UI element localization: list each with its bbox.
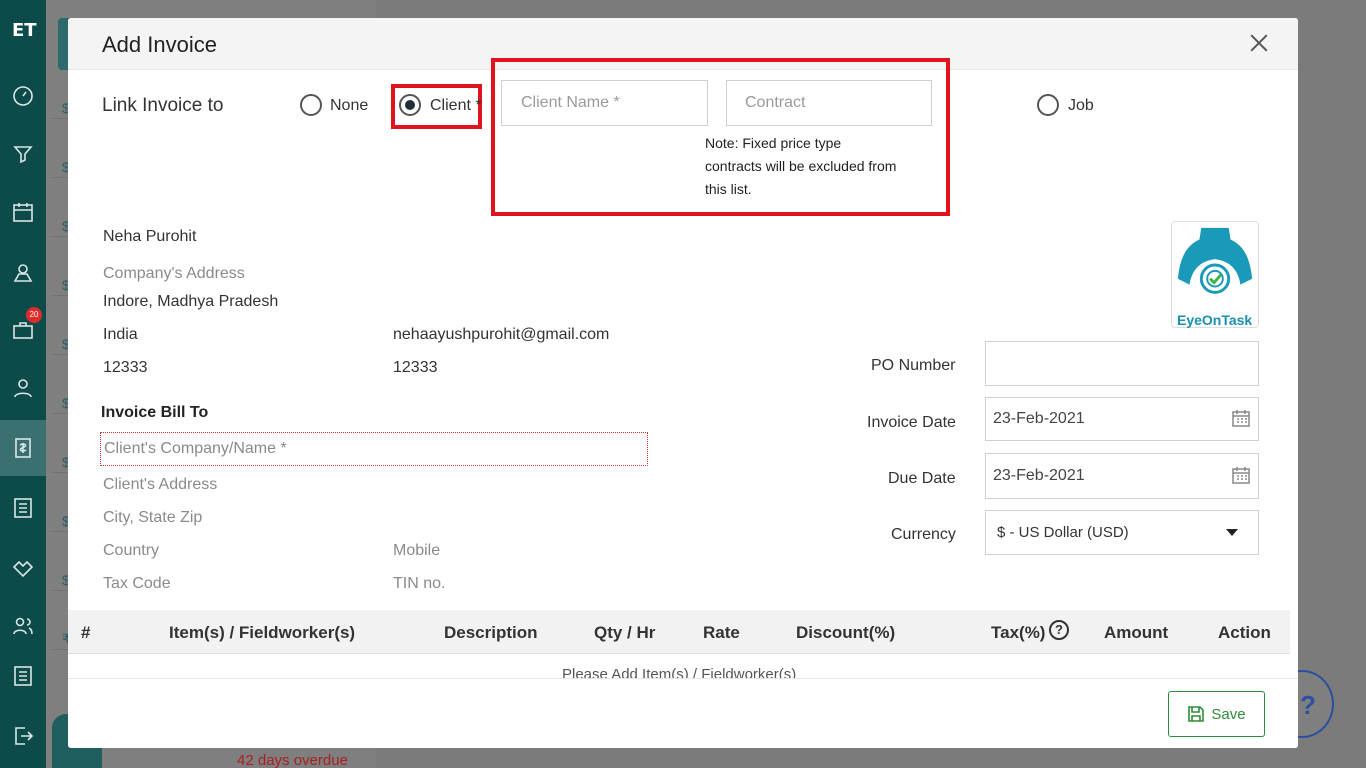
client-address-field[interactable]: Client's Address	[103, 476, 217, 494]
user-icon[interactable]	[9, 374, 37, 402]
tin-field[interactable]: TIN no.	[393, 575, 445, 593]
radio-none-label[interactable]: None	[330, 97, 368, 115]
company-country: India	[103, 326, 138, 343]
due-date-label: Due Date	[888, 470, 956, 487]
currency-label: Currency	[891, 526, 956, 543]
mobile-field[interactable]: Mobile	[393, 542, 440, 560]
logo-text: EyeOnTask	[1177, 312, 1253, 328]
invoice-icon[interactable]	[0, 420, 46, 476]
save-button[interactable]: Save	[1168, 691, 1265, 737]
company-email: nehaayushpurohit@gmail.com	[393, 326, 610, 343]
contract-input[interactable]: Contract	[726, 80, 932, 126]
radio-client[interactable]	[399, 94, 421, 116]
country-field[interactable]: Country	[103, 542, 159, 560]
po-number-input[interactable]	[985, 341, 1259, 386]
col-description: Description	[444, 623, 538, 642]
company-zip: 12333	[103, 359, 148, 376]
company-name: Neha Purohit	[103, 228, 197, 245]
contract-note-line-2: contracts will be excluded from	[705, 158, 897, 174]
dashboard-icon[interactable]	[9, 82, 37, 110]
settings-sliders-icon[interactable]	[9, 662, 37, 690]
map-pin-icon[interactable]	[9, 258, 37, 286]
radio-job[interactable]	[1037, 94, 1059, 116]
calendar-icon[interactable]	[1232, 466, 1250, 484]
side-nav: ET 20	[0, 0, 46, 768]
col-discount: Discount(%)	[796, 623, 896, 642]
col-rate: Rate	[703, 623, 740, 642]
funnel-icon[interactable]	[9, 140, 37, 168]
invoice-date-input[interactable]: 23-Feb-2021	[985, 397, 1259, 441]
currency-select[interactable]: $ - US Dollar (USD)	[985, 510, 1259, 555]
chevron-down-icon	[1226, 529, 1238, 536]
col-items: Item(s) / Fieldworker(s)	[169, 623, 356, 642]
calendar-icon[interactable]	[1232, 409, 1250, 427]
company-phone: 12333	[393, 359, 438, 376]
due-date-input[interactable]: 23-Feb-2021	[985, 453, 1259, 499]
eye-logo-icon	[1177, 227, 1253, 294]
col-amount: Amount	[1104, 623, 1169, 642]
contract-note-line-3: this list.	[705, 181, 752, 197]
col-number: #	[81, 623, 91, 642]
list-icon[interactable]	[9, 494, 37, 522]
contract-note-line-1: Note: Fixed price type	[705, 135, 842, 151]
radio-job-label[interactable]: Job	[1068, 97, 1094, 115]
link-invoice-label: Link Invoice to	[102, 95, 224, 116]
handshake-icon[interactable]	[9, 554, 37, 582]
po-number-label: PO Number	[871, 357, 956, 374]
save-label: Save	[1211, 705, 1246, 723]
modal-title: Add Invoice	[102, 32, 217, 57]
items-table-header: # Item(s) / Fieldworker(s) Description Q…	[68, 610, 1290, 654]
company-address-label: Company's Address	[103, 265, 245, 282]
city-state-zip-field[interactable]: City, State Zip	[103, 509, 202, 527]
invoice-date-label: Invoice Date	[867, 414, 956, 431]
app-logo[interactable]: ET	[12, 20, 37, 41]
radio-none[interactable]	[300, 94, 322, 116]
col-qty: Qty / Hr	[594, 623, 656, 642]
tax-help-icon[interactable]: ?	[1049, 620, 1069, 640]
bill-to-heading: Invoice Bill To	[101, 404, 209, 421]
col-action: Action	[1218, 623, 1271, 642]
modal-footer: Save	[68, 678, 1298, 748]
tax-code-field[interactable]: Tax Code	[103, 575, 171, 593]
help-icon: ?	[1300, 690, 1316, 720]
company-logo: EyeOnTask	[1171, 221, 1259, 328]
client-company-input[interactable]: Client's Company/Name *	[100, 432, 648, 466]
radio-client-label[interactable]: Client *	[430, 97, 482, 115]
close-icon[interactable]	[1248, 32, 1270, 54]
overdue-status: 42 days overdue	[237, 752, 348, 768]
users-icon[interactable]	[9, 612, 37, 640]
client-name-input[interactable]: Client Name *	[501, 80, 708, 126]
company-city-state: Indore, Madhya Pradesh	[103, 293, 279, 310]
calendar-icon[interactable]	[9, 198, 37, 226]
col-tax: Tax(%)	[991, 623, 1046, 642]
notification-badge: 20	[26, 307, 42, 323]
add-invoice-modal: Add Invoice Link Invoice to None Client …	[68, 18, 1298, 748]
save-icon	[1188, 706, 1205, 722]
logout-icon[interactable]	[9, 722, 37, 750]
